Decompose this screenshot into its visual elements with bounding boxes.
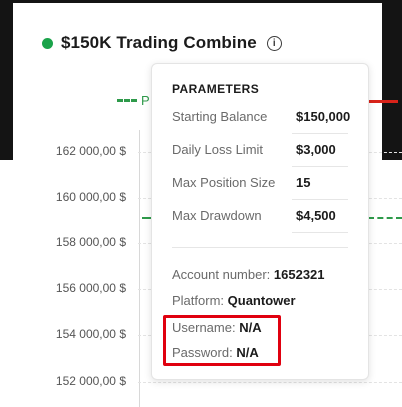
account-number-line: Account number: 1652321: [172, 267, 325, 282]
y-axis-tick: 162 000,00 $: [55, 144, 126, 158]
y-axis-tick: 160 000,00 $: [55, 190, 126, 204]
account-number-value: 1652321: [273, 267, 325, 282]
status-dot: [42, 37, 53, 49]
legend-line-red: [368, 100, 398, 103]
platform-label: Platform:: [172, 293, 225, 308]
param-row-max-position-size: Max Position Size 15: [172, 167, 350, 200]
param-value: $4,500: [296, 208, 336, 223]
divider: [292, 232, 348, 233]
account-number-label: Account number:: [172, 267, 271, 282]
y-axis-tick: 154 000,00 $: [55, 327, 126, 341]
y-axis-tick: 152 000,00 $: [55, 374, 126, 388]
card-header: $150K Trading Combine i: [42, 32, 282, 54]
profit-target-line: [368, 217, 402, 219]
trading-combine-view: $150K Trading Combine i P 162 000,00 $ 1…: [0, 0, 402, 407]
background-strip-left: [0, 0, 13, 160]
param-label: Starting Balance: [172, 109, 268, 124]
tooltip-heading: PARAMETERS: [172, 82, 260, 96]
param-label: Max Position Size: [172, 175, 276, 190]
card-title: $150K Trading Combine: [61, 33, 257, 52]
background-strip-right: [382, 0, 402, 160]
param-row-daily-loss-limit: Daily Loss Limit $3,000: [172, 134, 350, 167]
platform-line: Platform: Quantower: [172, 293, 296, 308]
section-divider: [172, 247, 348, 248]
legend-dash-green: [117, 99, 137, 102]
platform-value: Quantower: [227, 293, 296, 308]
param-row-max-drawdown: Max Drawdown $4,500: [172, 200, 350, 233]
gridline: [138, 382, 402, 383]
info-circle-icon[interactable]: i: [266, 35, 282, 51]
param-row-starting-balance: Starting Balance $150,000: [172, 101, 350, 134]
param-value: $3,000: [296, 142, 336, 157]
credentials-highlight-box: [163, 315, 281, 366]
param-value: 15: [296, 175, 311, 190]
param-value: $150,000: [296, 109, 351, 124]
chart-legend-profit-target: P: [117, 93, 150, 108]
param-label: Daily Loss Limit: [172, 142, 264, 157]
param-label: Max Drawdown: [172, 208, 262, 223]
y-axis-tick: 158 000,00 $: [55, 235, 126, 249]
legend-label: P: [141, 93, 150, 108]
y-axis-tick: 156 000,00 $: [55, 281, 126, 295]
chart-y-axis: [139, 130, 140, 407]
